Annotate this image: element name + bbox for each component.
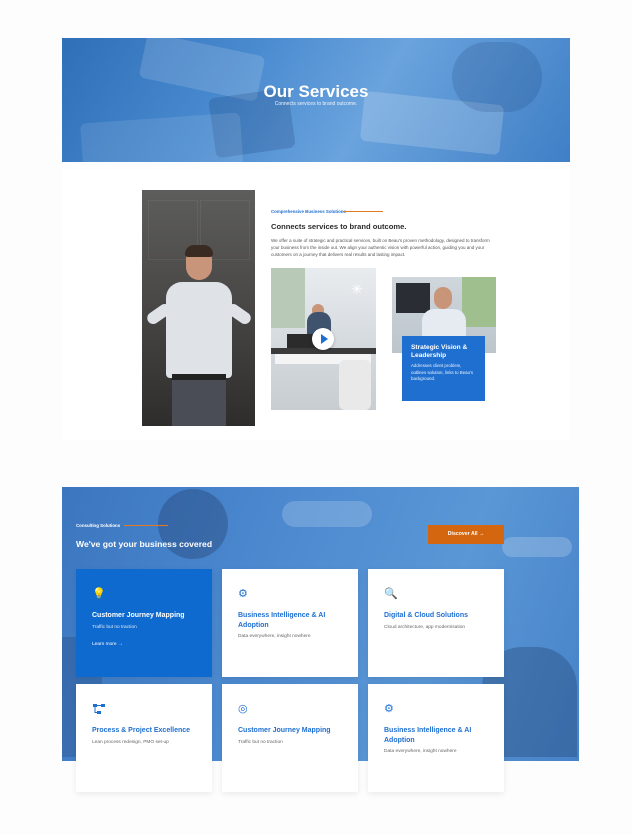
team-gear-icon: ⚙ xyxy=(238,588,248,600)
services-bg-shape xyxy=(502,537,572,557)
service-card-subtitle: Cloud architecture, app modernisation xyxy=(384,624,466,630)
gear-icon: ⚙ xyxy=(384,703,394,715)
services-bg-shape xyxy=(282,501,372,527)
service-card-title: Business Intelligence & AI Adoption xyxy=(384,727,472,744)
service-card-subtitle: Traffic but no traction xyxy=(92,624,137,630)
intro-eyebrow: Comprehensive Business Solutions xyxy=(271,209,346,214)
play-icon xyxy=(321,334,328,344)
service-card[interactable]: 🔍 Digital & Cloud Solutions Cloud archit… xyxy=(368,569,504,677)
eyebrow-divider xyxy=(124,525,168,526)
person-pants xyxy=(172,380,226,426)
hero-banner: Our Services Connects services to brand … xyxy=(62,38,570,162)
service-card[interactable]: ⚙ Business Intelligence & AI Adoption Da… xyxy=(222,569,358,677)
page-subtitle: Connects services to brand outcome. xyxy=(274,101,358,107)
services-page: Our Services Connects services to brand … xyxy=(0,0,632,835)
document-search-icon: 🔍 xyxy=(384,588,398,600)
service-card[interactable]: ◎ Customer Journey Mapping Traffic but n… xyxy=(222,684,358,792)
page-title: Our Services xyxy=(263,82,369,101)
service-card-title: Business Intelligence & AI Adoption xyxy=(238,612,326,629)
intro-title: Connects services to brand outcome. xyxy=(271,222,407,231)
intro-body: We offer a suite of strategic and practi… xyxy=(271,238,490,257)
service-card-title: Digital & Cloud Solutions xyxy=(384,612,468,619)
workflow-icon xyxy=(92,702,106,716)
service-card-subtitle: Data everywhere, insight nowhere xyxy=(238,634,311,639)
hero-bg-shape xyxy=(80,112,244,162)
person-shirt xyxy=(166,282,232,378)
photo-window xyxy=(462,277,496,327)
service-card[interactable]: ⚙ Business Intelligence & AI Adoption Da… xyxy=(368,684,504,792)
play-button[interactable] xyxy=(312,328,334,350)
service-card[interactable]: Process & Project Excellence Lean proces… xyxy=(76,684,212,792)
photo-screen xyxy=(396,283,430,313)
service-card[interactable]: 💡 Customer Journey Mapping Traffic but n… xyxy=(76,569,212,677)
vision-card: Strategic Vision & Leadership Addresses … xyxy=(402,336,485,401)
video-chair xyxy=(339,360,371,410)
pendant-lamp: ✳ xyxy=(351,281,363,297)
service-card-subtitle: Traffic but no traction xyxy=(238,739,283,745)
service-card-title: Process & Project Excellence xyxy=(92,727,191,734)
service-card-subtitle: Data everywhere, insight nowhere xyxy=(384,749,457,754)
vision-card-body: Addresses client problem, outlines solut… xyxy=(411,363,474,381)
vision-card-title: Strategic Vision & Leadership xyxy=(411,344,468,359)
discover-all-button[interactable]: Discover All → xyxy=(428,525,504,544)
learn-more-link[interactable]: Learn more → xyxy=(92,642,196,647)
services-title: We've got your business covered xyxy=(76,539,213,549)
services-eyebrow: Consulting Solutions xyxy=(76,523,121,528)
service-card-subtitle: Lean process redesign, PMO set-up xyxy=(92,739,169,745)
lightbulb-icon: 💡 xyxy=(92,588,106,600)
photo-person-head xyxy=(434,287,452,309)
service-card-title: Customer Journey Mapping xyxy=(238,727,331,734)
target-icon: ◎ xyxy=(238,703,248,715)
eyebrow-divider xyxy=(343,211,383,212)
video-window xyxy=(271,268,305,328)
person-hair xyxy=(185,245,213,257)
service-card-title: Customer Journey Mapping xyxy=(92,612,185,619)
portrait-photo xyxy=(142,190,255,426)
